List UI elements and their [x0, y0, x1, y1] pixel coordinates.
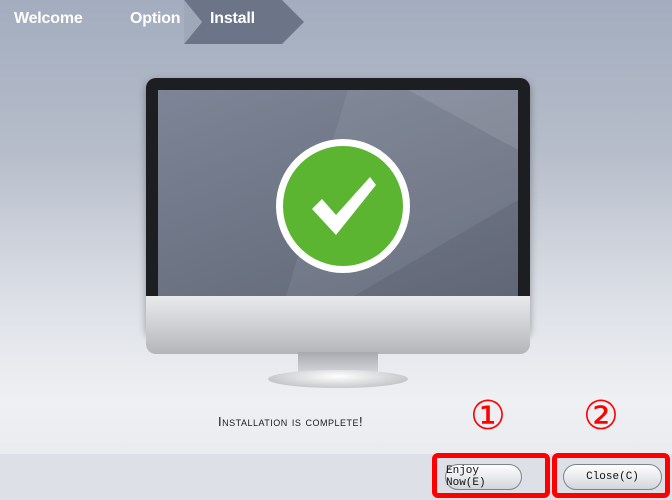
step-separator-icon	[184, 0, 202, 44]
step-welcome: Welcome	[14, 10, 83, 27]
step-option: Option	[130, 10, 181, 27]
installation-status-text: Installation is complete!	[218, 414, 364, 429]
highlight-box-1	[432, 453, 550, 498]
breadcrumb: Welcome Option Install	[0, 0, 672, 44]
monitor-chin	[146, 296, 530, 354]
marker-number-1: ①	[470, 393, 506, 439]
monitor-stand-base	[268, 370, 408, 388]
check-icon	[274, 137, 412, 275]
highlight-box-2	[552, 453, 670, 498]
step-install: Install	[210, 10, 255, 27]
marker-number-2: ②	[583, 393, 619, 439]
